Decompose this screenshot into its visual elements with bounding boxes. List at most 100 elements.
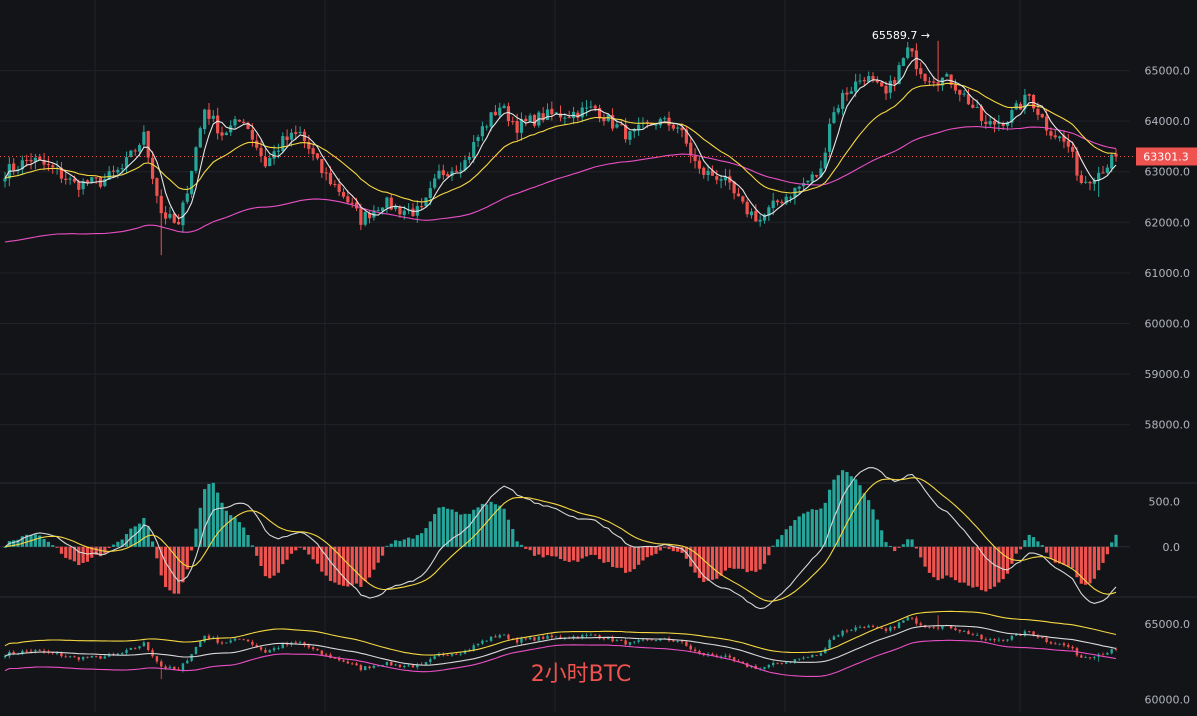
macd-histogram-bar [611, 546, 615, 567]
candle-body [1105, 167, 1109, 173]
candle-body [932, 81, 936, 83]
candle-body [1058, 136, 1062, 139]
candle-body [992, 121, 997, 125]
macd-histogram-bar [380, 546, 385, 556]
candle-body [242, 121, 246, 124]
overview-candle-body [411, 665, 415, 668]
overview-candle-body [546, 635, 549, 639]
overview-candle-body [780, 663, 784, 665]
macd-histogram-bar [354, 546, 359, 584]
overview-candle-body [450, 654, 454, 656]
macd-histogram-bar [1058, 546, 1062, 564]
macd-histogram-bar [867, 500, 871, 547]
candle-body [185, 193, 189, 202]
candle-body [433, 178, 437, 188]
overview-candle-body [693, 649, 697, 652]
macd-histogram-bar [871, 509, 875, 547]
overview-candle-body [494, 636, 497, 638]
candle-body [198, 128, 202, 148]
overview-candle-body [724, 655, 727, 657]
candle-body [337, 184, 341, 192]
macd-histogram-bar [155, 546, 159, 559]
candle-body [259, 147, 263, 157]
macd-histogram-bar [1027, 534, 1031, 547]
candle-body [467, 156, 471, 160]
candle-body [988, 121, 992, 125]
overview-candle-body [403, 665, 406, 668]
macd-histogram-bar [233, 517, 237, 547]
candle-body [1027, 94, 1031, 96]
overview-candle-body [585, 635, 588, 636]
macd-histogram-bar [732, 546, 736, 569]
macd-histogram-bar [190, 546, 194, 551]
macd-histogram-bar [910, 539, 914, 547]
candle-body [958, 89, 962, 95]
overview-candle-body [802, 657, 805, 659]
overview-candle-body [351, 663, 354, 665]
watermark: 2小时BTC [531, 662, 632, 687]
overview-candle-body [277, 647, 280, 649]
macd-histogram-bar [901, 544, 905, 547]
candle-body [832, 112, 836, 123]
candle-body [923, 73, 927, 82]
macd-histogram-bar [489, 501, 493, 547]
candle-body [168, 214, 172, 218]
candle-body [159, 195, 163, 214]
overview-candle-body [1084, 657, 1087, 659]
overview-candle-body [77, 657, 80, 660]
chart-canvas[interactable]: 58000.0 59000.0 60000.0 61000.0 62000.0 63000… [0, 0, 1197, 712]
overview-candle-body [73, 656, 76, 658]
overview-candle-body [472, 645, 475, 651]
candle-body [836, 108, 840, 113]
macd-histogram-bar [615, 546, 619, 568]
overview-candle-body [767, 664, 771, 668]
macd-histogram-bar [515, 541, 519, 547]
macd-histogram-bar [1036, 541, 1040, 547]
price-chart[interactable]: 58000.0 59000.0 60000.0 61000.0 62000.0 63000… [0, 0, 1197, 712]
overview-candle-body [194, 646, 198, 654]
price-tick-label: 62000.0 [1145, 216, 1191, 229]
macd-histogram-bar [341, 546, 346, 586]
price-tick-label: 65000.0 [1145, 65, 1191, 78]
candle-body [906, 47, 910, 58]
candle-body [671, 124, 675, 129]
candle-body [64, 178, 68, 180]
macd-histogram-bar [775, 539, 780, 547]
overview-candle-body [928, 627, 931, 629]
macd-histogram-bar [1097, 546, 1101, 571]
macd-histogram-bar [38, 535, 42, 547]
candle-body [1031, 94, 1036, 109]
candle-body [294, 132, 298, 134]
candle-body [576, 112, 580, 118]
overview-tick-label: 65000.0 [1145, 618, 1191, 631]
candle-body [237, 119, 241, 122]
macd-histogram-bar [237, 522, 241, 547]
candle-body [667, 117, 671, 126]
macd-histogram-bar [81, 546, 85, 563]
overview-candle-body [867, 625, 870, 628]
macd-histogram-bar [289, 546, 294, 554]
macd-histogram-bar [302, 546, 307, 550]
macd-histogram-bar [250, 545, 254, 547]
candle-body [454, 170, 458, 172]
macd-histogram-bar [927, 546, 932, 573]
candle-body [90, 177, 94, 183]
candle-body [984, 121, 988, 124]
candle-body [298, 132, 302, 134]
overview-tick-label: 60000.0 [1145, 693, 1191, 706]
overview-candle-body [281, 643, 284, 649]
macd-histogram-bar [428, 521, 432, 547]
candle-body [155, 178, 159, 196]
candle-body [220, 132, 224, 136]
macd-histogram-bar [55, 546, 59, 548]
overview-candle-body [433, 656, 436, 660]
candle-body [567, 117, 571, 119]
candle-body [150, 157, 155, 179]
macd-histogram-bar [376, 546, 380, 563]
macd-histogram-bar [563, 546, 567, 561]
macd-histogram-bar [919, 546, 923, 558]
overview-candle-body [533, 637, 536, 641]
candle-body [893, 80, 897, 84]
overview-candle-body [446, 654, 449, 656]
overview-candle-body [485, 640, 488, 642]
